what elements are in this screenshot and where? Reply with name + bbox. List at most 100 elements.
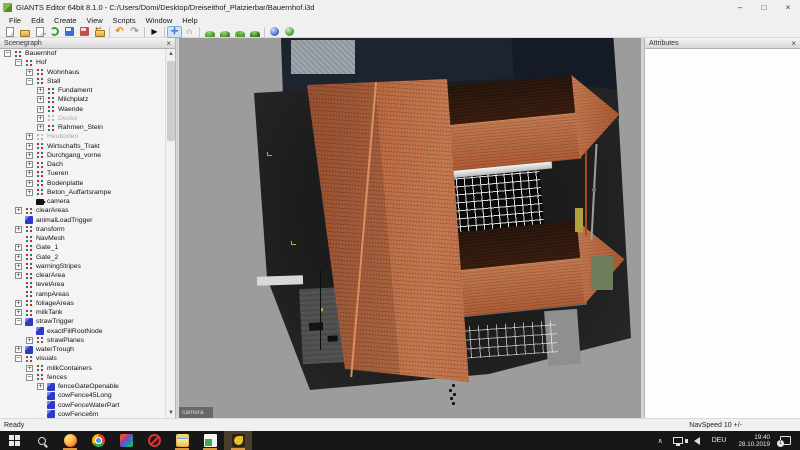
tree-item-Milchplatz[interactable]: +Milchplatz xyxy=(0,95,166,104)
tree-item-clearAreas[interactable]: +clearAreas xyxy=(0,206,166,215)
undo-button[interactable]: ↶ xyxy=(112,26,127,38)
reload-button[interactable] xyxy=(47,26,62,38)
tree-item-Tueren[interactable]: +Tueren xyxy=(0,169,166,178)
expander-plus-icon[interactable]: + xyxy=(26,161,33,168)
tree-item-fences[interactable]: −fences xyxy=(0,373,166,382)
menu-create[interactable]: Create xyxy=(49,16,82,25)
tree-item-Wirtschafts_Trakt[interactable]: +Wirtschafts_Trakt xyxy=(0,142,166,151)
tree-item-Beton_Auffartsrampe[interactable]: +Beton_Auffartsrampe xyxy=(0,188,166,197)
tree-item-Hof[interactable]: −Hof xyxy=(0,58,166,67)
tree-item-foliageAreas[interactable]: +foliageAreas xyxy=(0,299,166,308)
expander-minus-icon[interactable]: − xyxy=(4,50,11,57)
tree-item-clearArea[interactable]: +clearArea xyxy=(0,271,166,280)
menu-edit[interactable]: Edit xyxy=(26,16,49,25)
tree-item-Heuboden[interactable]: +Heuboden xyxy=(0,132,166,141)
expander-plus-icon[interactable]: + xyxy=(37,124,44,131)
menu-window[interactable]: Window xyxy=(141,16,178,25)
save-button[interactable] xyxy=(62,26,77,38)
expander-plus-icon[interactable]: + xyxy=(26,133,33,140)
tree-item-Stall[interactable]: −Stall xyxy=(0,77,166,86)
expander-plus-icon[interactable]: + xyxy=(26,69,33,76)
app-office[interactable] xyxy=(196,431,224,450)
scroll-down-icon[interactable]: ▼ xyxy=(166,408,176,418)
app-chrome[interactable] xyxy=(84,431,112,450)
expander-plus-icon[interactable]: + xyxy=(37,115,44,122)
tree-item-Decke[interactable]: +Decke xyxy=(0,114,166,123)
expander-plus-icon[interactable]: + xyxy=(15,254,22,261)
tree-item-transform[interactable]: +transform xyxy=(0,225,166,234)
tree-item-levelArea[interactable]: levelArea xyxy=(0,280,166,289)
expander-minus-icon[interactable]: − xyxy=(15,59,22,66)
expander-plus-icon[interactable]: + xyxy=(15,346,22,353)
expander-minus-icon[interactable]: − xyxy=(15,355,22,362)
app-photos[interactable] xyxy=(112,431,140,450)
tree-item-Rahmen_Stein[interactable]: +Rahmen_Stein xyxy=(0,123,166,132)
expander-plus-icon[interactable]: + xyxy=(15,244,22,251)
expander-plus-icon[interactable]: + xyxy=(26,143,33,150)
scroll-thumb[interactable] xyxy=(167,61,175,141)
play-button[interactable]: ▶ xyxy=(147,26,162,38)
tree-item-exactFillRootNode[interactable]: exactFillRootNode xyxy=(0,327,166,336)
scenegraph-close-icon[interactable]: × xyxy=(166,39,171,48)
open-file-button[interactable] xyxy=(17,26,32,38)
tree-item-fenceGateOpenable[interactable]: +fenceGateOpenable xyxy=(0,382,166,391)
export-button[interactable] xyxy=(77,26,92,38)
expander-plus-icon[interactable]: + xyxy=(26,189,33,196)
network-icon[interactable] xyxy=(673,437,683,444)
new-file-button[interactable] xyxy=(2,26,17,38)
language-indicator[interactable]: DEU xyxy=(706,437,733,444)
expander-plus-icon[interactable]: + xyxy=(15,263,22,270)
expander-plus-icon[interactable]: + xyxy=(37,87,44,94)
scroll-up-icon[interactable]: ▲ xyxy=(166,49,176,59)
minimize-button[interactable]: – xyxy=(728,0,752,15)
expander-plus-icon[interactable]: + xyxy=(15,207,22,214)
menu-scripts[interactable]: Scripts xyxy=(108,16,141,25)
rotate-tool-button[interactable]: ∩ xyxy=(182,26,197,38)
render-toggle-button[interactable] xyxy=(282,26,297,38)
viewport-3d[interactable]: camera xyxy=(179,38,641,418)
app-giants-editor[interactable] xyxy=(224,431,252,450)
expander-plus-icon[interactable]: + xyxy=(37,383,44,390)
search-button[interactable] xyxy=(28,431,56,450)
app-blocked[interactable] xyxy=(140,431,168,450)
expander-minus-icon[interactable]: − xyxy=(15,318,22,325)
tree-item-strawTrigger[interactable]: −strawTrigger xyxy=(0,317,166,326)
tree-item-cowFence45Long[interactable]: cowFence45Long xyxy=(0,391,166,400)
expander-plus-icon[interactable]: + xyxy=(26,337,33,344)
tree-item-Fundament[interactable]: +Fundament xyxy=(0,86,166,95)
tree-item-NavMesh[interactable]: NavMesh xyxy=(0,234,166,243)
tray-chevron-icon[interactable]: ∧ xyxy=(653,437,668,445)
app-explorer[interactable] xyxy=(168,431,196,450)
tree-item-milkContainers[interactable]: +milkContainers xyxy=(0,364,166,373)
app-firefox[interactable] xyxy=(56,431,84,450)
expander-plus-icon[interactable]: + xyxy=(37,106,44,113)
expander-plus-icon[interactable]: + xyxy=(15,272,22,279)
terrain-sculpt-button[interactable] xyxy=(202,26,217,38)
import-button[interactable] xyxy=(32,26,47,38)
terrain-detail-button[interactable] xyxy=(247,26,262,38)
tree-item-Bodenplatte[interactable]: +Bodenplatte xyxy=(0,179,166,188)
expander-plus-icon[interactable]: + xyxy=(15,309,22,316)
tree-item-cowFenceWaterPart[interactable]: cowFenceWaterPart xyxy=(0,401,166,410)
expander-minus-icon[interactable]: − xyxy=(26,78,33,85)
clock[interactable]: 19:40 28.10.2019 xyxy=(732,434,776,448)
tree-item-milkTank[interactable]: +milkTank xyxy=(0,308,166,317)
tree-item-Wohnhaus[interactable]: +Wohnhaus xyxy=(0,68,166,77)
menu-file[interactable]: File xyxy=(4,16,26,25)
redo-button[interactable]: ↷ xyxy=(127,26,142,38)
tree-item-Gate_2[interactable]: +Gate_2 xyxy=(0,253,166,262)
expander-plus-icon[interactable]: + xyxy=(26,180,33,187)
tree-item-camera[interactable]: camera xyxy=(0,197,166,206)
tree-item-Waende[interactable]: +Waende xyxy=(0,105,166,114)
revert-button[interactable] xyxy=(92,26,107,38)
tree-item-rampAreas[interactable]: rampAreas xyxy=(0,290,166,299)
expander-plus-icon[interactable]: + xyxy=(26,365,33,372)
expander-minus-icon[interactable]: − xyxy=(26,374,33,381)
menu-help[interactable]: Help xyxy=(177,16,202,25)
tree-item-strawPlanes[interactable]: +strawPlanes xyxy=(0,336,166,345)
expander-plus-icon[interactable]: + xyxy=(37,96,44,103)
close-button[interactable]: × xyxy=(776,0,800,15)
action-center-icon[interactable]: 1 xyxy=(780,436,791,445)
expander-plus-icon[interactable]: + xyxy=(26,152,33,159)
terrain-foliage-button[interactable] xyxy=(232,26,247,38)
